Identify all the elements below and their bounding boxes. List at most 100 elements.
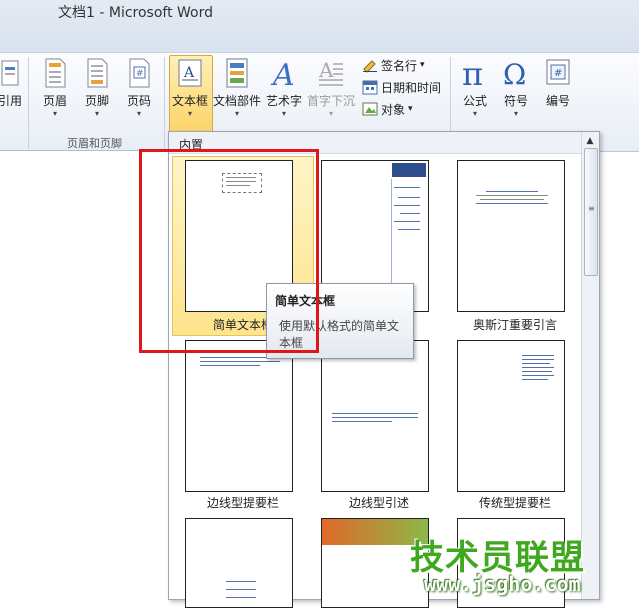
thumb-line bbox=[476, 195, 548, 196]
object-button[interactable]: 对象 ▾ bbox=[362, 99, 413, 119]
thumb-line bbox=[226, 581, 256, 582]
page-number-icon: # bbox=[129, 58, 150, 88]
title-bar: 文档1 - Microsoft Word bbox=[0, 0, 639, 52]
thumb-line bbox=[200, 361, 280, 362]
drop-cap-button[interactable]: A 首字下沉 ▾ bbox=[306, 57, 356, 119]
chevron-down-icon: ▾ bbox=[408, 104, 413, 114]
chevron-down-icon: ▾ bbox=[420, 60, 425, 70]
thumb-line bbox=[476, 203, 548, 204]
scrollbar-thumb[interactable]: ≡ bbox=[584, 148, 598, 276]
textbox-button[interactable]: A 文本框 ▾ bbox=[169, 57, 211, 119]
chevron-down-icon: ▾ bbox=[472, 109, 477, 118]
gallery-item-label: 传统型提要栏 bbox=[478, 496, 551, 510]
thumb-line bbox=[226, 589, 256, 590]
thumb-line bbox=[400, 213, 420, 214]
gallery-item-austin-quote[interactable] bbox=[457, 160, 565, 312]
numbering-label: 编号 bbox=[545, 94, 570, 108]
svg-text:A: A bbox=[270, 58, 295, 89]
numbering-button[interactable]: # 编号 bbox=[538, 57, 578, 109]
header-icon bbox=[45, 58, 66, 88]
thumb-line bbox=[332, 417, 418, 418]
chevron-down-icon: ▾ bbox=[52, 109, 57, 118]
gallery-item-label: 奥斯汀重要引言 bbox=[472, 318, 557, 332]
omega-icon: Ω bbox=[503, 58, 526, 91]
svg-text:A: A bbox=[318, 58, 334, 82]
gallery-scrollbar[interactable]: ▲ ≡ bbox=[581, 132, 599, 599]
signature-line-button[interactable]: 签名行 ▾ bbox=[362, 55, 425, 75]
watermark-url: www.jsgho.com bbox=[424, 572, 581, 596]
footer-label: 页脚 bbox=[84, 94, 109, 108]
wordart-label: 艺术字 bbox=[265, 94, 302, 108]
symbol-button[interactable]: Ω 符号 ▾ bbox=[497, 57, 535, 119]
gallery-item-border-sidebar[interactable] bbox=[185, 340, 293, 492]
pi-icon: π bbox=[462, 55, 483, 93]
reference-icon bbox=[1, 60, 19, 86]
thumb-line bbox=[394, 205, 420, 206]
gallery-item-label: 边线型引述 bbox=[348, 496, 409, 510]
thumb-line bbox=[522, 379, 548, 380]
chevron-down-icon: ▾ bbox=[187, 109, 192, 118]
chevron-down-icon: ▾ bbox=[281, 109, 286, 118]
object-icon bbox=[362, 102, 378, 116]
footer-icon bbox=[87, 58, 108, 88]
thumb-line bbox=[332, 413, 418, 414]
textbox-icon: A bbox=[178, 59, 202, 87]
gallery-item-traditional-sidebar[interactable] bbox=[457, 340, 565, 492]
thumb-line bbox=[394, 187, 420, 188]
ribbon-separator bbox=[164, 57, 165, 149]
watermark: 技术员联盟 www.jsgho.com bbox=[410, 530, 600, 596]
date-time-label: 日期和时间 bbox=[381, 80, 442, 95]
svg-text:Ω: Ω bbox=[503, 58, 526, 89]
gallery-item-label: 边线型提要栏 bbox=[206, 496, 279, 510]
thumb-line bbox=[522, 367, 554, 368]
grip-icon: ≡ bbox=[588, 204, 595, 213]
quick-parts-icon bbox=[226, 58, 248, 88]
window-title: 文档1 - Microsoft Word bbox=[58, 5, 214, 21]
thumb-line bbox=[398, 197, 420, 198]
page-number-label: 页码 bbox=[126, 94, 151, 108]
thumb-line bbox=[200, 365, 260, 366]
chevron-down-icon: ▾ bbox=[136, 109, 141, 118]
signature-icon bbox=[363, 60, 377, 73]
thumb-line bbox=[394, 221, 420, 222]
reference-button[interactable]: 引用 bbox=[0, 59, 24, 109]
svg-text:π: π bbox=[462, 57, 483, 89]
gallery-item-border-quote[interactable] bbox=[321, 340, 429, 492]
thumb-line bbox=[522, 355, 554, 356]
equation-button[interactable]: π 公式 ▾ bbox=[456, 55, 494, 119]
svg-text:#: # bbox=[554, 68, 562, 79]
wordart-button[interactable]: A 艺术字 ▾ bbox=[264, 57, 304, 119]
quick-parts-button[interactable]: 文档部件 ▾ bbox=[212, 57, 262, 119]
date-time-button[interactable]: 日期和时间 bbox=[362, 77, 441, 97]
object-label: 对象 bbox=[381, 102, 406, 117]
page-number-button[interactable]: # 页码 ▾ bbox=[120, 57, 158, 119]
thumb-sidebar-top bbox=[392, 163, 426, 177]
drop-cap-label: 首字下沉 bbox=[306, 94, 355, 108]
svg-text:#: # bbox=[136, 69, 144, 79]
reference-label: 引用 bbox=[0, 94, 22, 108]
thumb-line bbox=[480, 199, 544, 200]
thumb-line bbox=[522, 359, 554, 360]
svg-text:A: A bbox=[183, 65, 195, 81]
group-label-header-footer: 页眉和页脚 bbox=[67, 137, 122, 150]
thumb-line bbox=[522, 363, 550, 364]
header-button[interactable]: 页眉 ▾ bbox=[36, 57, 74, 119]
calendar-icon bbox=[362, 80, 378, 95]
drop-cap-icon: A bbox=[318, 58, 343, 86]
chevron-down-icon: ▾ bbox=[94, 109, 99, 118]
chevron-down-icon: ▾ bbox=[328, 109, 333, 118]
annotation-highlight-box bbox=[139, 149, 319, 353]
signature-line-label: 签名行 bbox=[381, 58, 418, 73]
ribbon-separator bbox=[28, 57, 29, 149]
chevron-down-icon: ▾ bbox=[234, 109, 239, 118]
gallery-item-7[interactable] bbox=[185, 518, 293, 608]
thumb-line bbox=[398, 229, 420, 230]
wordart-icon: A bbox=[270, 58, 295, 93]
scroll-up-icon[interactable]: ▲ bbox=[584, 136, 596, 146]
thumb-line bbox=[522, 375, 554, 376]
footer-button[interactable]: 页脚 ▾ bbox=[78, 57, 116, 119]
header-label: 页眉 bbox=[42, 94, 67, 108]
chevron-down-icon: ▾ bbox=[513, 109, 518, 118]
numbering-icon: # bbox=[546, 59, 570, 85]
equation-label: 公式 bbox=[462, 94, 487, 108]
